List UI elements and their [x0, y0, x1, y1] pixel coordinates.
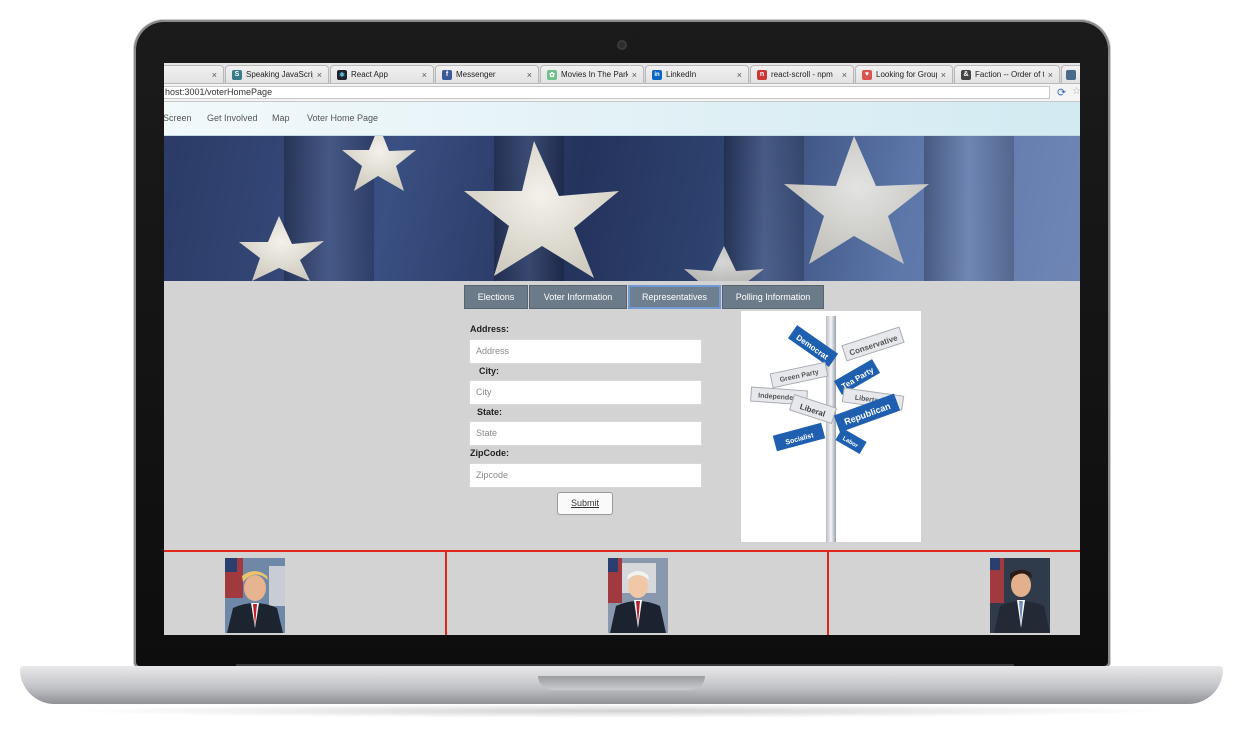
browser-tab[interactable]: f Messenger × [435, 65, 539, 83]
laptop-shadow [60, 704, 1183, 718]
close-icon[interactable]: × [842, 70, 847, 80]
representatives-strip [164, 550, 1080, 635]
browser-tab[interactable] [1061, 65, 1080, 83]
close-icon[interactable]: × [1048, 70, 1053, 80]
close-icon[interactable]: × [737, 70, 742, 80]
submit-button[interactable]: Submit [557, 492, 613, 515]
flower-icon: ✿ [547, 69, 557, 80]
tab-polling-information[interactable]: Polling Information [722, 285, 824, 309]
flag-star [684, 246, 764, 281]
browser-tab[interactable]: in LinkedIn × [645, 65, 749, 83]
nav-link-voter-home-page[interactable]: Voter Home Page [307, 113, 378, 123]
app-navbar: Screen Get Involved Map Voter Home Page [164, 102, 1080, 136]
state-input[interactable]: State [469, 421, 702, 446]
url-field[interactable]: host:3001/voterHomePage [164, 86, 1050, 99]
tab-representatives[interactable]: Representatives [628, 285, 721, 309]
close-icon[interactable]: × [941, 70, 946, 80]
representative-portrait[interactable] [990, 558, 1050, 633]
column-divider [445, 552, 447, 635]
flag-star [239, 216, 324, 281]
reload-icon[interactable]: ⟳ [1057, 86, 1066, 99]
close-icon[interactable]: × [527, 70, 532, 80]
city-input[interactable]: City [469, 380, 702, 405]
browser-tab-label: React App [351, 70, 388, 79]
close-icon[interactable]: × [212, 70, 217, 80]
nav-link-get-involved[interactable]: Get Involved [207, 113, 258, 123]
city-label: City: [479, 366, 499, 376]
address-bar: host:3001/voterHomePage ⟳ ☆ [164, 84, 1080, 102]
bookmark-star-icon[interactable]: ☆ [1072, 86, 1080, 97]
browser-tab[interactable]: ✿ Movies In The Park - × [540, 65, 644, 83]
browser-tab-label: Faction -- Order of th [975, 70, 1044, 79]
book-icon: S [232, 69, 242, 80]
section-tabs: Elections Voter Information Representati… [464, 285, 825, 309]
browser-tab[interactable]: ♥ Looking for Group -- × [855, 65, 953, 83]
zipcode-input[interactable]: Zipcode [469, 463, 702, 488]
close-icon[interactable]: × [317, 70, 322, 80]
heart-icon: ♥ [862, 69, 872, 80]
browser-tab-strip: × S Speaking JavaScript × ⚛ React App × … [164, 63, 1080, 84]
flag-star [784, 136, 929, 264]
address-label: Address: [470, 324, 510, 334]
screen: × S Speaking JavaScript × ⚛ React App × … [164, 63, 1080, 635]
browser-tab-label: Movies In The Park - [561, 70, 628, 79]
flag-star [342, 136, 416, 191]
browser-tab-label: Speaking JavaScript [246, 70, 313, 79]
react-icon: ⚛ [337, 69, 347, 80]
browser-tab[interactable]: n react-scroll - npm × [750, 65, 854, 83]
tab-elections[interactable]: Elections [464, 285, 528, 309]
tab-voter-information[interactable]: Voter Information [529, 285, 627, 309]
linkedin-icon: in [652, 69, 662, 80]
column-divider [827, 552, 829, 635]
browser-tab-label: LinkedIn [666, 70, 697, 79]
representative-portrait[interactable] [608, 558, 668, 633]
nav-link-map[interactable]: Map [272, 113, 290, 123]
close-icon[interactable]: × [422, 70, 427, 80]
browser-tab[interactable]: × [164, 65, 224, 83]
browser-tab-label: react-scroll - npm [771, 70, 833, 79]
zipcode-label: ZipCode: [470, 448, 509, 458]
political-signpost-image: Democrat Conservative Green Party Tea Pa… [741, 311, 921, 542]
browser-tab-label: Messenger [456, 70, 496, 79]
ampersand-icon: & [961, 69, 971, 80]
flag-banner-image [164, 136, 1080, 281]
browser-tab[interactable]: ⚛ React App × [330, 65, 434, 83]
browser-tab-label: Looking for Group -- [876, 70, 937, 79]
nav-link-screen[interactable]: Screen [164, 113, 192, 123]
browser-tab[interactable]: S Speaking JavaScript × [225, 65, 329, 83]
close-icon[interactable]: × [632, 70, 637, 80]
representative-portrait[interactable] [225, 558, 285, 633]
facebook-icon: f [442, 69, 452, 80]
laptop-notch [538, 676, 705, 690]
flag-star [464, 141, 619, 278]
browser-tab[interactable]: & Faction -- Order of th × [954, 65, 1060, 83]
state-label: State: [477, 407, 503, 417]
address-input[interactable]: Address [469, 339, 702, 364]
camera-icon [617, 40, 627, 50]
page-icon [1066, 69, 1076, 80]
npm-icon: n [757, 69, 767, 80]
